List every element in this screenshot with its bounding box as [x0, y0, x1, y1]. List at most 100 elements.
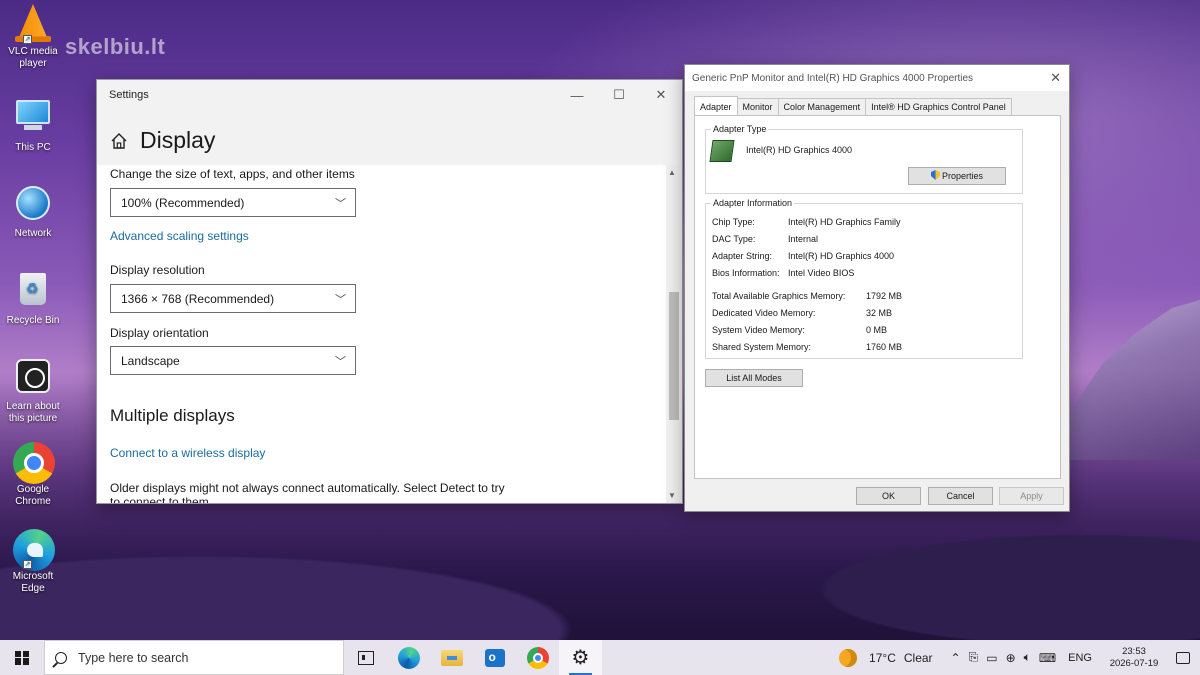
adapter-info-title: Adapter Information — [711, 198, 795, 208]
moon-icon[interactable] — [839, 648, 858, 667]
close-icon[interactable]: ✕ — [1050, 70, 1061, 86]
total-memory-value: 1792 MB — [866, 291, 903, 301]
windows-logo-icon — [15, 650, 29, 665]
tab-monitor[interactable]: Monitor — [736, 98, 779, 115]
home-icon[interactable] — [110, 132, 128, 150]
graphics-card-icon — [709, 140, 735, 162]
adapter-info-group: Adapter Information Chip Type: Intel(R) … — [705, 198, 1023, 359]
dac-type-value: Internal — [788, 234, 819, 244]
tab-intel-control-panel[interactable]: Intel® HD Graphics Control Panel — [865, 98, 1012, 115]
desktop-icon-edge[interactable]: ↗ Microsoft Edge — [2, 529, 64, 595]
maximize-button[interactable]: ☐ — [598, 80, 640, 110]
shared-memory-value: 1760 MB — [866, 342, 903, 352]
dialog-tabs: Adapter Monitor Color Management Intel® … — [694, 96, 1012, 115]
clock-date: 2026-07-19 — [1109, 657, 1159, 669]
system-memory-value: 0 MB — [866, 325, 888, 335]
edge-icon — [397, 646, 420, 669]
watermark: skelbiu.lt — [65, 34, 166, 59]
chip-type-key: Chip Type: — [712, 217, 755, 227]
taskbar: Type here to search ⚙ 17°C Clear ⌃ ⎘ ▭ ⊕… — [0, 640, 1200, 675]
settings-scrollbar[interactable]: ▲ ▼ — [666, 165, 682, 503]
language-indicator[interactable]: ENG — [1068, 652, 1092, 664]
task-view-button[interactable] — [344, 640, 387, 675]
advanced-scaling-link[interactable]: Advanced scaling settings — [110, 229, 249, 243]
outlook-icon — [484, 648, 505, 667]
older-displays-text: Older displays might not always connect … — [110, 481, 505, 504]
tab-adapter[interactable]: Adapter — [694, 96, 738, 115]
resolution-dropdown[interactable]: 1366 × 768 (Recommended) ﹀ — [110, 284, 356, 313]
scroll-up-icon[interactable]: ▲ — [668, 168, 676, 177]
scale-value: 100% (Recommended) — [121, 196, 245, 210]
clock[interactable]: 23:53 2026-07-19 — [1102, 646, 1166, 670]
desktop-icon-network[interactable]: Network — [2, 183, 64, 240]
dialog-title: Generic PnP Monitor and Intel(R) HD Grap… — [692, 73, 974, 84]
tab-color-management[interactable]: Color Management — [777, 98, 867, 115]
taskbar-outlook[interactable] — [473, 640, 516, 675]
desktop-icon-label: Microsoft Edge — [12, 571, 54, 594]
chevron-up-icon[interactable]: ⌃ — [951, 651, 961, 665]
close-button[interactable]: ✕ — [640, 80, 682, 110]
ok-button[interactable]: OK — [856, 487, 921, 505]
properties-button-label: Properties — [941, 171, 984, 181]
taskbar-edge[interactable] — [387, 640, 430, 675]
list-all-modes-button[interactable]: List All Modes — [705, 369, 803, 387]
scroll-thumb[interactable] — [669, 292, 679, 420]
learn-about-picture-icon — [13, 359, 53, 399]
weather-desc[interactable]: Clear — [904, 651, 933, 665]
notification-icon[interactable] — [1176, 651, 1190, 664]
orientation-dropdown[interactable]: Landscape ﹀ — [110, 346, 356, 375]
desktop-icon-vlc[interactable]: ↗ VLC media player — [2, 4, 64, 70]
cancel-button[interactable]: Cancel — [928, 487, 993, 505]
properties-button[interactable]: Properties — [908, 167, 1006, 185]
volume-icon[interactable]: 🔈︎ — [1024, 650, 1031, 665]
orientation-label: Display orientation — [110, 326, 209, 340]
wireless-display-link[interactable]: Connect to a wireless display — [110, 446, 265, 460]
page-title: Display — [140, 127, 216, 153]
total-memory-key: Total Available Graphics Memory: — [712, 291, 846, 301]
desktop-icon-chrome[interactable]: Google Chrome — [2, 442, 64, 508]
desktop-icon-label: This PC — [15, 142, 51, 153]
display-properties-dialog: Generic PnP Monitor and Intel(R) HD Grap… — [684, 64, 1070, 512]
desktop-icon-learn-about-picture[interactable]: Learn about this picture — [2, 356, 64, 425]
network-icon — [13, 186, 53, 226]
start-button[interactable] — [0, 640, 44, 675]
dialog-titlebar[interactable]: Generic PnP Monitor and Intel(R) HD Grap… — [685, 65, 1069, 91]
adapter-string-key: Adapter String: — [712, 251, 773, 261]
desktop-icon-recycle-bin[interactable]: Recycle Bin — [2, 269, 64, 327]
orientation-value: Landscape — [121, 354, 180, 368]
taskbar-search[interactable]: Type here to search — [44, 640, 344, 675]
adapter-string-value: Intel(R) HD Graphics 4000 — [788, 251, 895, 261]
dedicated-memory-key: Dedicated Video Memory: — [712, 308, 816, 318]
meet-now-icon[interactable]: ⎘ — [969, 650, 979, 665]
desktop-icon-this-pc[interactable]: This PC — [2, 96, 64, 154]
taskbar-settings[interactable]: ⚙ — [559, 640, 602, 675]
this-pc-icon — [13, 100, 53, 140]
search-icon — [55, 651, 67, 664]
taskbar-file-explorer[interactable] — [430, 640, 473, 675]
chevron-down-icon: ﹀ — [335, 198, 346, 210]
network-globe-icon[interactable]: ⊕ — [1006, 651, 1016, 665]
chip-type-value: Intel(R) HD Graphics Family — [788, 217, 901, 227]
settings-header: Display — [97, 110, 682, 165]
recycle-bin-icon — [13, 273, 53, 313]
weather-temp[interactable]: 17°C — [869, 651, 896, 665]
minimize-button[interactable]: — — [556, 80, 598, 110]
system-memory-key: System Video Memory: — [712, 325, 805, 335]
chevron-down-icon: ﹀ — [335, 294, 346, 306]
apply-button[interactable]: Apply — [999, 487, 1064, 505]
vlc-icon: ↗ — [13, 4, 53, 44]
folder-icon — [440, 649, 463, 666]
desktop-icon-label: Learn about this picture — [6, 401, 60, 424]
keyboard-icon[interactable]: ⌨ — [1039, 651, 1056, 665]
system-tray: 17°C Clear ⌃ ⎘ ▭ ⊕ 🔈︎ ⌨ ENG 23:53 2026-0… — [839, 640, 1200, 675]
battery-icon[interactable]: ▭ — [986, 651, 997, 665]
edge-icon: ↗ — [13, 529, 55, 571]
settings-window: Settings — ☐ ✕ Display Change the size o… — [96, 79, 683, 504]
settings-titlebar[interactable]: Settings — ☐ ✕ — [97, 80, 682, 110]
taskbar-chrome[interactable] — [516, 640, 559, 675]
chrome-icon — [526, 646, 549, 669]
resolution-value: 1366 × 768 (Recommended) — [121, 292, 275, 306]
adapter-name: Intel(R) HD Graphics 4000 — [746, 145, 853, 155]
scale-dropdown[interactable]: 100% (Recommended) ﹀ — [110, 188, 356, 217]
scroll-down-icon[interactable]: ▼ — [668, 491, 676, 500]
